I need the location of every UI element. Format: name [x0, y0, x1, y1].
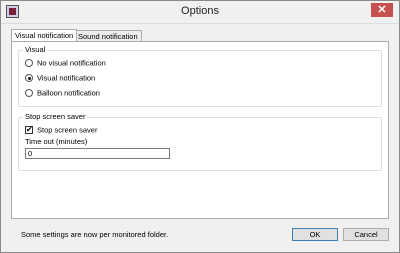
radio-visual-notification[interactable]: Visual notification	[25, 72, 95, 83]
radio-label: Visual notification	[37, 73, 96, 83]
title-bar: Options ✕	[1, 1, 399, 24]
radio-no-visual-notification[interactable]: No visual notification	[25, 57, 106, 68]
ok-button[interactable]: OK	[292, 228, 338, 241]
screensaver-group: Stop screen saver ✔ Stop screen saver Tim…	[18, 112, 382, 171]
footer-note: Some settings are now per monitored fold…	[21, 230, 169, 239]
radio-icon[interactable]	[25, 89, 33, 98]
timeout-label: Time out (minutes)	[25, 137, 88, 146]
screensaver-group-title: Stop screen saver	[23, 112, 88, 121]
visual-group: Visual No visual notification Visual not…	[18, 45, 382, 107]
radio-label: No visual notification	[37, 58, 106, 68]
options-dialog: Options ✕ Sound notification Visual noti…	[0, 0, 400, 253]
timeout-input[interactable]: 0	[25, 148, 170, 159]
radio-icon[interactable]	[25, 59, 33, 68]
visual-group-title: Visual	[23, 45, 48, 54]
checkbox-label: Stop screen saver	[37, 125, 98, 135]
radio-label: Balloon notification	[37, 88, 100, 98]
window-title: Options	[181, 5, 219, 17]
radio-balloon-notification[interactable]: Balloon notification	[25, 87, 100, 98]
tab-panel: Visual No visual notification Visual not…	[11, 41, 389, 219]
cancel-button[interactable]: Cancel	[343, 228, 389, 241]
checkbox-checked-icon[interactable]: ✔	[25, 126, 33, 135]
stop-screen-saver-checkbox[interactable]: ✔ Stop screen saver	[25, 124, 97, 135]
close-button[interactable]: ✕	[371, 3, 393, 17]
radio-icon-selected[interactable]	[25, 74, 33, 83]
